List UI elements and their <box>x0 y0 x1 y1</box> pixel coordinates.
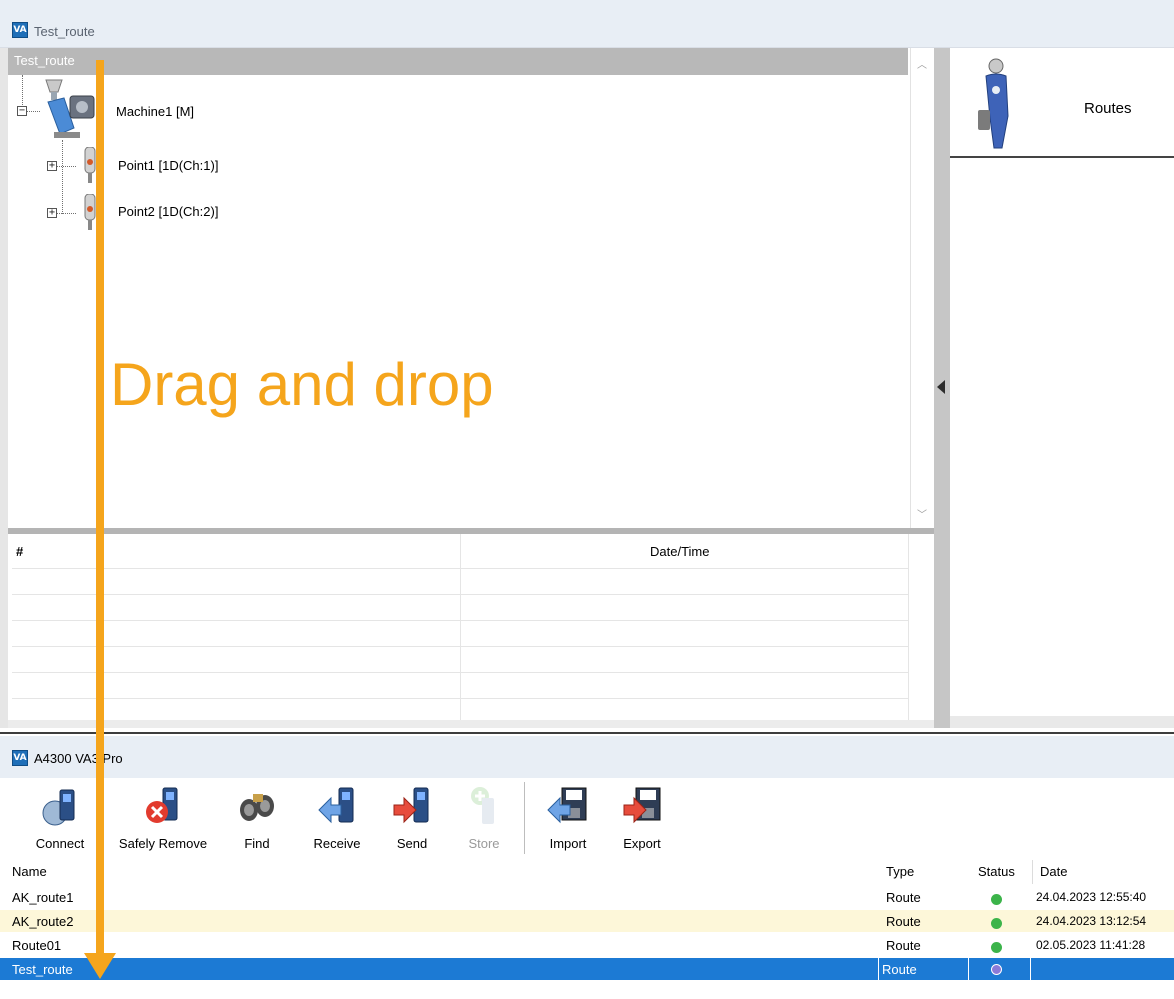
expand-point2-toggle[interactable]: + <box>47 208 57 218</box>
route-tree-panel <box>8 48 910 528</box>
top-window-titlebar: VA Test_route <box>0 0 1174 48</box>
app-icon: VA <box>12 750 28 766</box>
find-button[interactable]: Find <box>234 780 280 856</box>
safely-remove-button[interactable]: Safely Remove <box>110 780 216 856</box>
tree-connector <box>56 213 76 214</box>
row-date: 02.05.2023 11:41:28 <box>1036 938 1146 952</box>
list-header-status[interactable]: Status <box>978 864 1015 879</box>
scroll-up-icon[interactable]: ︿ <box>917 56 927 71</box>
scroll-down-icon[interactable]: ﹀ <box>917 506 927 521</box>
expand-point1-toggle[interactable]: + <box>47 161 57 171</box>
list-header-name[interactable]: Name <box>12 864 47 879</box>
collapse-machine-toggle[interactable]: − <box>17 106 27 116</box>
vertical-splitter[interactable] <box>934 48 950 728</box>
import-button[interactable]: Import <box>540 780 596 856</box>
routes-panel-title: Routes <box>1084 100 1132 117</box>
window-frame-left <box>0 48 8 728</box>
status-ok-icon <box>991 942 1002 953</box>
list-header-date[interactable]: Date <box>1040 864 1067 879</box>
tree-scrollbar[interactable]: ︿ ﹀ <box>910 48 934 528</box>
list-row[interactable]: Route01 Route 02.05.2023 11:41:28 <box>0 934 1174 956</box>
row-type: Route <box>886 938 921 953</box>
tree-connector <box>56 166 76 167</box>
store-icon <box>462 784 506 828</box>
send-icon <box>390 784 434 828</box>
list-row-selected[interactable]: Test_route Route <box>0 958 1174 980</box>
window-separator <box>0 728 1174 734</box>
row-cell-divider <box>1030 958 1031 980</box>
send-button[interactable]: Send <box>386 780 438 856</box>
receive-button[interactable]: Receive <box>306 780 368 856</box>
tree-root-node[interactable]: Test_route <box>8 48 908 75</box>
export-button[interactable]: Export <box>614 780 670 856</box>
toolbar-divider <box>524 782 525 854</box>
binoculars-icon <box>235 784 279 828</box>
top-window-title: Test_route <box>34 24 95 39</box>
tree-node-point1[interactable]: Point1 [1D(Ch:1)] <box>118 158 218 173</box>
tree-node-point2[interactable]: Point2 [1D(Ch:2)] <box>118 204 218 219</box>
connect-icon <box>38 784 82 828</box>
grid-row <box>12 646 908 647</box>
row-name: AK_route1 <box>12 890 74 905</box>
store-button[interactable]: Store <box>458 780 510 856</box>
row-type: Route <box>882 962 917 977</box>
drag-arrow-head-icon <box>84 953 116 979</box>
grid-row <box>12 672 908 673</box>
row-name: Test_route <box>12 962 73 977</box>
device-window-titlebar: VA <box>0 736 1174 778</box>
routes-panel-header <box>950 48 1174 158</box>
technician-icon <box>976 56 1014 152</box>
receive-icon <box>315 784 359 828</box>
row-cell-divider <box>878 958 879 980</box>
row-type: Route <box>886 890 921 905</box>
row-type: Route <box>886 914 921 929</box>
grid-row <box>12 698 908 699</box>
grid-header-datetime[interactable]: Date/Time <box>650 544 709 559</box>
row-name: Route01 <box>12 938 62 953</box>
status-ok-icon <box>991 918 1002 929</box>
tree-node-machine[interactable]: Machine1 [M] <box>116 104 194 119</box>
list-row[interactable]: AK_route1 Route 24.04.2023 12:55:40 <box>0 886 1174 908</box>
device-window-title: A4300 VA3 Pro <box>34 751 123 766</box>
machine-icon <box>40 78 98 140</box>
collapse-left-icon[interactable] <box>937 380 945 394</box>
drag-arrow-shaft <box>96 60 104 955</box>
connect-button[interactable]: Connect <box>24 780 96 856</box>
status-ok-icon <box>991 894 1002 905</box>
grid-row <box>12 594 908 595</box>
list-header-type[interactable]: Type <box>886 864 914 879</box>
routes-panel-scrollbar[interactable] <box>950 716 1174 728</box>
row-date: 24.04.2023 13:12:54 <box>1036 914 1147 928</box>
app-icon: VA <box>12 22 28 38</box>
export-icon <box>620 784 664 828</box>
import-icon <box>546 784 590 828</box>
grid-row <box>12 620 908 621</box>
grid-scrollbar-area[interactable] <box>908 534 932 720</box>
grid-header-number[interactable]: # <box>16 544 23 559</box>
row-name: AK_route2 <box>12 914 74 929</box>
grid-column-divider <box>460 534 461 720</box>
grid-row <box>12 568 908 569</box>
drag-and-drop-annotation: Drag and drop <box>110 351 494 418</box>
list-row[interactable]: AK_route2 Route 24.04.2023 13:12:54 <box>0 910 1174 932</box>
safely-remove-icon <box>141 784 185 828</box>
tree-connector <box>62 140 63 214</box>
row-cell-divider <box>968 958 969 980</box>
status-pending-icon <box>991 964 1002 975</box>
row-date: 24.04.2023 12:55:40 <box>1036 890 1147 904</box>
list-header-divider <box>1032 860 1033 884</box>
